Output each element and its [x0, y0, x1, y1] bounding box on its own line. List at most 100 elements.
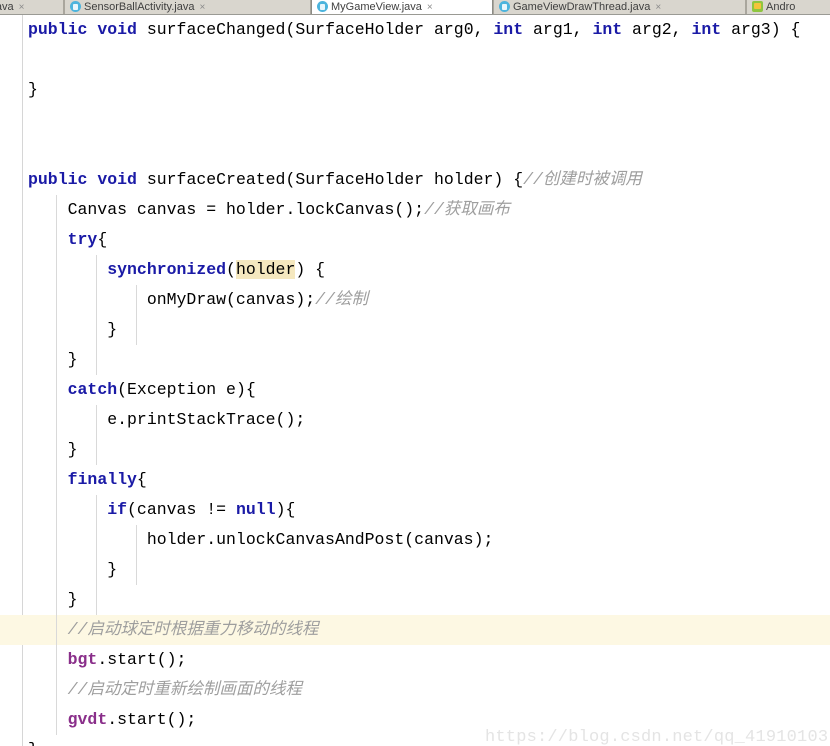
- code-line-text: }: [28, 735, 38, 746]
- code-line[interactable]: bgt.start();: [0, 645, 830, 675]
- code-line-text: finally{: [28, 465, 147, 495]
- indent-guide: [96, 345, 97, 375]
- editor-tab-gameviewdrawthread-java[interactable]: GameViewDrawThread.java ×: [493, 0, 746, 14]
- token-plain: surfaceCreated(SurfaceHolder holder) {: [136, 170, 524, 189]
- code-line[interactable]: //启动定时重新绘制画面的线程: [0, 675, 830, 705]
- close-icon[interactable]: ×: [655, 2, 661, 13]
- token-plain: (canvas !=: [127, 500, 236, 519]
- token-plain: }: [28, 80, 38, 99]
- close-icon[interactable]: ×: [199, 2, 205, 13]
- token-plain: {: [136, 470, 147, 489]
- code-line[interactable]: synchronized(holder) {: [0, 255, 830, 285]
- code-line[interactable]: Canvas canvas = holder.lockCanvas();//获取…: [0, 195, 830, 225]
- code-line[interactable]: catch(Exception e){: [0, 375, 830, 405]
- editor-tab-andro[interactable]: Andro: [746, 0, 830, 14]
- token-keyword: void: [97, 170, 137, 189]
- code-line[interactable]: onMyDraw(canvas);//绘制: [0, 285, 830, 315]
- indent-guide: [136, 315, 137, 345]
- java-file-icon: [317, 1, 328, 12]
- editor-tab-bar: ead.java×SensorBallActivity.java×MyGameV…: [0, 0, 830, 15]
- token-keyword: int: [592, 20, 623, 39]
- code-line[interactable]: holder.unlockCanvasAndPost(canvas);: [0, 525, 830, 555]
- code-editor[interactable]: public void surfaceChanged(SurfaceHolder…: [0, 15, 830, 746]
- close-icon[interactable]: ×: [427, 2, 433, 13]
- code-line[interactable]: }: [0, 585, 830, 615]
- code-line[interactable]: finally{: [0, 465, 830, 495]
- code-line-text: bgt.start();: [28, 645, 187, 675]
- code-line[interactable]: }: [0, 345, 830, 375]
- token-keyword: if: [107, 500, 128, 519]
- token-plain: surfaceChanged(SurfaceHolder arg0,: [136, 20, 494, 39]
- token-keyword: int: [691, 20, 722, 39]
- token-keyword: public: [28, 20, 88, 39]
- token-plain: }: [28, 440, 78, 459]
- code-line[interactable]: e.printStackTrace();: [0, 405, 830, 435]
- token-comment: //绘制: [315, 290, 368, 309]
- token-field: bgt: [67, 650, 98, 669]
- code-line-text: }: [28, 315, 117, 345]
- token-plain: (: [226, 260, 236, 279]
- editor-tab-label: ead.java: [0, 1, 14, 13]
- token-comment: //启动球定时根据重力移动的线程: [67, 620, 319, 639]
- token-plain: ){: [275, 500, 296, 519]
- code-line-text: public void surfaceChanged(SurfaceHolder…: [28, 15, 800, 45]
- editor-tab-label: GameViewDrawThread.java: [513, 1, 651, 13]
- token-plain: e.printStackTrace();: [28, 410, 306, 429]
- editor-tab-ead-java[interactable]: ead.java ×: [0, 0, 64, 14]
- code-line[interactable]: [0, 45, 830, 75]
- code-line-text: //启动定时重新绘制画面的线程: [28, 675, 302, 705]
- code-line-text: onMyDraw(canvas);//绘制: [28, 285, 368, 315]
- close-icon[interactable]: ×: [19, 2, 25, 13]
- code-line[interactable]: [0, 105, 830, 135]
- code-line-text: holder.unlockCanvasAndPost(canvas);: [28, 525, 494, 555]
- indent-guide: [136, 555, 137, 585]
- code-line[interactable]: [0, 135, 830, 165]
- token-plain: arg2,: [622, 20, 692, 39]
- code-line-text: //启动球定时根据重力移动的线程: [28, 615, 319, 645]
- code-line[interactable]: public void surfaceChanged(SurfaceHolder…: [0, 15, 830, 45]
- token-plain: }: [28, 590, 78, 609]
- code-line[interactable]: public void surfaceCreated(SurfaceHolder…: [0, 165, 830, 195]
- code-line[interactable]: }: [0, 555, 830, 585]
- token-keyword: void: [97, 20, 137, 39]
- token-keyword: int: [493, 20, 524, 39]
- token-plain: }: [28, 740, 38, 746]
- code-line-text: gvdt.start();: [28, 705, 197, 735]
- code-line[interactable]: try{: [0, 225, 830, 255]
- code-line-text: Canvas canvas = holder.lockCanvas();//获取…: [28, 195, 510, 225]
- token-occurrence-highlight: holder: [235, 260, 296, 279]
- token-keyword: try: [67, 230, 98, 249]
- code-line-text: }: [28, 345, 78, 375]
- code-line[interactable]: }: [0, 435, 830, 465]
- indent-guide: [96, 435, 97, 465]
- editor-tab-label: Andro: [766, 1, 796, 13]
- code-line-text: synchronized(holder) {: [28, 255, 325, 285]
- code-line[interactable]: if(canvas != null){: [0, 495, 830, 525]
- token-field: gvdt: [67, 710, 108, 729]
- code-lines-container[interactable]: public void surfaceChanged(SurfaceHolder…: [0, 15, 830, 746]
- code-line-text: }: [28, 555, 117, 585]
- token-keyword: finally: [67, 470, 137, 489]
- code-line-current[interactable]: //启动球定时根据重力移动的线程: [0, 615, 830, 645]
- editor-tab-mygameview-java[interactable]: MyGameView.java ×: [311, 0, 493, 14]
- token-plain: Canvas canvas = holder.lockCanvas();: [28, 200, 425, 219]
- token-plain: .start();: [97, 650, 187, 669]
- code-line-text: if(canvas != null){: [28, 495, 295, 525]
- editor-tab-sensorballactivity-java[interactable]: SensorBallActivity.java ×: [64, 0, 311, 14]
- code-line-text: }: [28, 435, 78, 465]
- code-line[interactable]: }: [0, 315, 830, 345]
- code-line[interactable]: }: [0, 75, 830, 105]
- token-comment: //启动定时重新绘制画面的线程: [67, 680, 302, 699]
- token-plain: holder.unlockCanvasAndPost(canvas);: [28, 530, 494, 549]
- editor-tab-label: SensorBallActivity.java: [84, 1, 195, 13]
